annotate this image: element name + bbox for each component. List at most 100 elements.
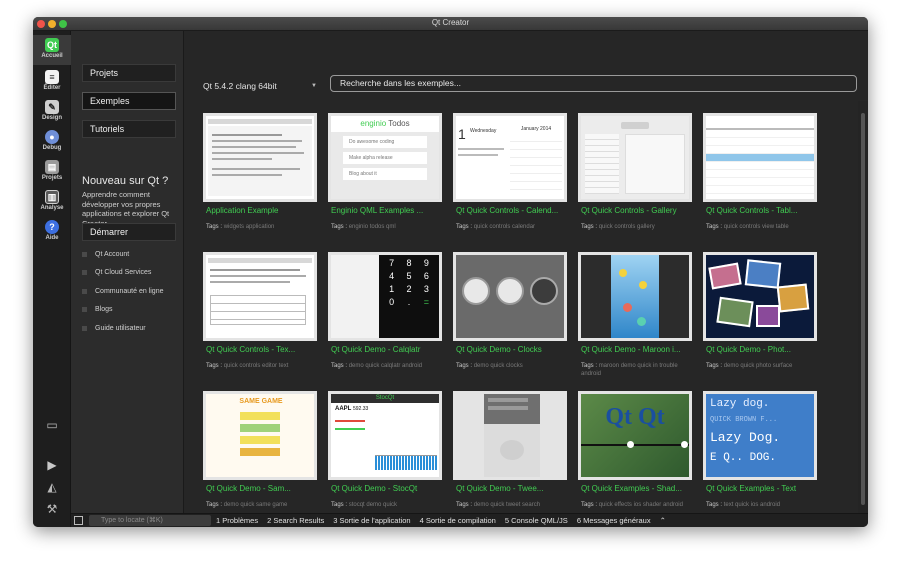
link-user-guide[interactable]: Guide utilisateur (82, 323, 146, 333)
example-card[interactable]: Qt Quick Demo - Maroon i... Tags : maroo… (578, 252, 694, 377)
mode-welcome[interactable]: Qt Accueil (33, 35, 71, 65)
analyze-icon: ▥ (45, 190, 59, 204)
bullet-icon (82, 306, 87, 312)
mode-design[interactable]: ✎ Design (33, 97, 71, 127)
link-blogs[interactable]: Blogs (82, 304, 113, 314)
bullet-icon (82, 288, 87, 294)
example-title: Qt Quick Controls - Tex... (206, 345, 296, 354)
example-card[interactable]: Qt Quick Demo - Phot... Tags : demo quic… (703, 252, 819, 377)
example-tags: Tags : stocqt demo quick (331, 502, 398, 508)
example-tags: Tags : demo quick same game (206, 502, 288, 508)
example-title: Qt Quick Examples - Text (706, 484, 797, 493)
chevron-down-icon: ▼ (311, 83, 317, 89)
toggle-sidebar-icon[interactable] (74, 516, 83, 525)
example-card[interactable]: Qt Quick Demo - Clocks Tags : demo quick… (453, 252, 569, 377)
example-tags: Tags : quick controls view table (706, 224, 789, 230)
example-tags: Tags : widgets application (206, 224, 275, 230)
mode-label: Analyse (40, 205, 64, 211)
mode-selector: Qt Accueil ≡ Éditer ✎ Design ● Debug ▤ P… (33, 31, 71, 527)
example-title: Qt Quick Controls - Calend... (456, 206, 559, 215)
bullet-icon (82, 269, 87, 275)
scrollbar-thumb[interactable] (861, 113, 865, 505)
kit-selector-icon[interactable]: ▭ (44, 418, 60, 432)
qt-version-combo[interactable]: Qt 5.4.2 clang 64bit ▼ (203, 79, 319, 93)
qt-creator-window: Qt Creator Qt Accueil ≡ Éditer ✎ Design … (33, 17, 868, 527)
mode-help[interactable]: ? Aide (33, 217, 71, 247)
example-title: Qt Quick Controls - Gallery (581, 206, 677, 215)
mode-analyze[interactable]: ▥ Analyse (33, 187, 71, 217)
help-icon: ? (45, 220, 59, 234)
example-thumbnail (453, 391, 567, 480)
link-online-community[interactable]: Communauté en ligne (82, 286, 164, 296)
example-card[interactable]: SAME GAME Qt Quick Demo - Sam... Tags : … (203, 391, 319, 516)
example-tags: Tags : maroon demo quick in trouble andr… (581, 363, 678, 377)
tutorials-button[interactable]: Tutoriels (82, 120, 176, 138)
mode-label: Projets (41, 175, 63, 181)
example-card[interactable]: Lazy dog. QUICK BROWN F... Lazy Dog. E Q… (703, 391, 819, 516)
example-title: Qt Quick Demo - Maroon i... (581, 345, 681, 354)
title-bar: Qt Creator (33, 17, 868, 31)
example-thumbnail: SAME GAME (203, 391, 317, 480)
tab-qml-console[interactable]: 5 Console QML/JS (505, 515, 568, 526)
design-pen-icon: ✎ (45, 100, 59, 114)
tab-search-results[interactable]: 2 Search Results (267, 515, 324, 526)
example-thumbnail: 789 456 123 0. = (328, 252, 442, 341)
example-title: Qt Quick Examples - Shad... (581, 484, 682, 493)
example-thumbnail (453, 252, 567, 341)
example-tags: Tags : enginio todos qml (331, 224, 396, 230)
example-title: Qt Quick Demo - Twee... (456, 484, 544, 493)
example-card[interactable]: 1 Wednesday January 2014 Qt Quick Contro… (453, 113, 569, 238)
example-card[interactable]: Qt Quick Controls - Gallery Tags : quick… (578, 113, 694, 238)
link-qt-cloud-services[interactable]: Qt Cloud Services (82, 267, 151, 277)
link-label: Communauté en ligne (95, 287, 164, 295)
example-thumbnail (578, 113, 692, 202)
mode-label: Aide (45, 235, 59, 241)
example-card[interactable]: Qt Quick Controls - Tex... Tags : quick … (203, 252, 319, 377)
example-tags: Tags : quick controls calendar (456, 224, 536, 230)
example-thumbnail: 1 Wednesday January 2014 (453, 113, 567, 202)
get-started-button[interactable]: Démarrer (82, 223, 176, 241)
example-card[interactable]: Qt Quick Controls - Tabl... Tags : quick… (703, 113, 819, 238)
build-hammer-icon[interactable]: ⚒ (44, 502, 60, 516)
tab-general-messages[interactable]: 6 Messages généraux (577, 515, 651, 526)
example-title: Qt Quick Demo - Phot... (706, 345, 791, 354)
welcome-left-panel: Projets Exemples Tutoriels Nouveau sur Q… (71, 31, 184, 527)
qt-version-value: Qt 5.4.2 clang 64bit (203, 81, 277, 91)
tab-problems[interactable]: 1 Problèmes (216, 515, 258, 526)
example-thumbnail (203, 113, 317, 202)
new-to-qt-heading: Nouveau sur Qt ? (82, 175, 169, 187)
output-panes: 1 Problèmes 2 Search Results 3 Sortie de… (216, 515, 675, 526)
examples-button[interactable]: Exemples (82, 92, 176, 110)
run-icon[interactable]: ▶ (44, 458, 60, 472)
example-card[interactable]: Qt Qt Qt Quick Examples - Shad... Tags :… (578, 391, 694, 516)
example-tags: Tags : demo quick tweet search (456, 502, 541, 508)
example-card[interactable]: enginio Todos Do awesome coding Make alp… (328, 113, 444, 238)
example-tags: Tags : quick controls gallery (581, 224, 655, 230)
locate-input[interactable]: Type to locate (⌘K) (89, 515, 211, 526)
example-card[interactable]: 789 456 123 0. = Qt Quick Demo - Calqlatr… (328, 252, 444, 377)
mode-edit[interactable]: ≡ Éditer (33, 67, 71, 97)
example-title: Qt Quick Demo - Clocks (456, 345, 542, 354)
debug-bug-icon: ● (45, 130, 59, 144)
tab-application-output[interactable]: 3 Sortie de l'application (333, 515, 410, 526)
link-qt-account[interactable]: Qt Account (82, 249, 129, 259)
example-card[interactable]: Application Example Tags : widgets appli… (203, 113, 319, 238)
example-thumbnail (203, 252, 317, 341)
mode-debug[interactable]: ● Debug (33, 127, 71, 157)
debug-run-icon[interactable]: ◭ (44, 480, 60, 494)
projects-button[interactable]: Projets (82, 64, 176, 82)
example-title: Qt Quick Demo - StocQt (331, 484, 418, 493)
mode-projects[interactable]: ▤ Projets (33, 157, 71, 187)
example-thumbnail: Lazy dog. QUICK BROWN F... Lazy Dog. E Q… (703, 391, 817, 480)
examples-search-input[interactable]: Recherche dans les exemples... (330, 75, 857, 92)
link-label: Blogs (95, 305, 113, 313)
window-title: Qt Creator (431, 18, 470, 27)
examples-scrollbar[interactable] (858, 101, 868, 513)
example-tags: Tags : demo quick clocks (456, 363, 523, 369)
chevron-updown-icon[interactable]: ⌃ (660, 515, 666, 526)
example-card[interactable]: Qt Quick Demo - Twee... Tags : demo quic… (453, 391, 569, 516)
example-card[interactable]: StocQt AAPL 592.33 Qt Quick Demo - StocQ… (328, 391, 444, 516)
tab-compile-output[interactable]: 4 Sortie de compilation (420, 515, 496, 526)
mode-label: Éditer (43, 85, 61, 91)
link-label: Qt Cloud Services (95, 268, 152, 276)
